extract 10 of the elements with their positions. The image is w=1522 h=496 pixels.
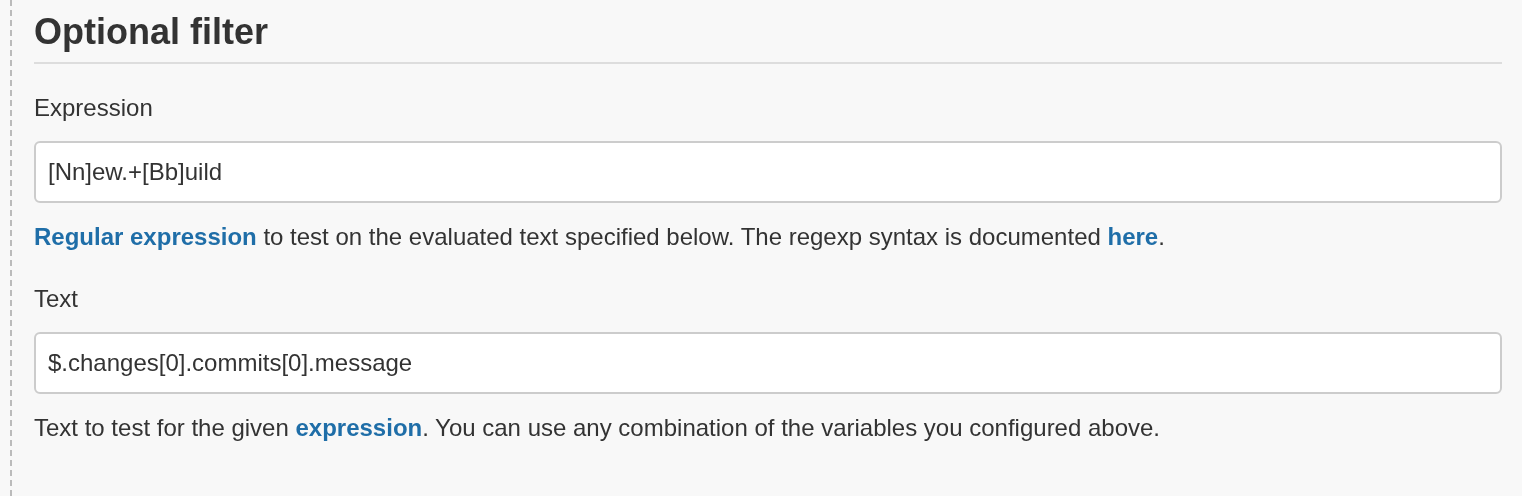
input-field[interactable]: $.changes[0].commits[0].message	[34, 332, 1502, 394]
help-text: Regular expression to test on the evaluated text specified below. The regexp syntax is documented here.	[34, 222, 1166, 252]
section-title: Optional filter	[34, 10, 269, 54]
help-text: Text to test for the given expression. You can use any combination of the variables you configured above.	[34, 413, 1162, 443]
input-field[interactable]: [Nn]ew.+[Bb]uild	[34, 141, 1502, 203]
field-label: Text	[34, 284, 79, 314]
help-link[interactable]: Regular expression	[34, 223, 257, 250]
help-link[interactable]: expression	[295, 414, 423, 441]
help-link[interactable]: here	[1107, 223, 1159, 250]
field-label: Expression	[34, 93, 154, 123]
